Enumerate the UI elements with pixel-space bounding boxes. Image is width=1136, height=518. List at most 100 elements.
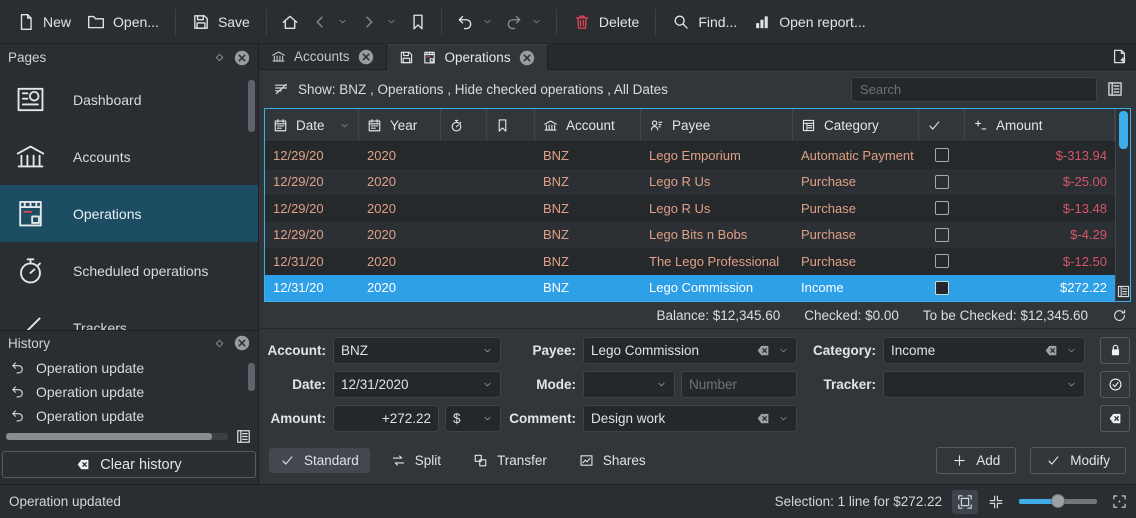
list-config-icon[interactable]: [1106, 80, 1124, 98]
mode-button-label: Split: [415, 453, 441, 468]
search-input[interactable]: [851, 77, 1097, 102]
table-row[interactable]: 12/31/202020BNZThe Lego ProfessionalPurc…: [265, 248, 1115, 275]
account-combobox[interactable]: BNZ: [333, 337, 501, 364]
pages-scrollbar[interactable]: [248, 80, 255, 132]
category-cell: Purchase: [793, 248, 919, 275]
new-tab-icon[interactable]: [1111, 48, 1128, 65]
mode-button-transfer[interactable]: Transfer: [462, 448, 558, 473]
tracker-combobox[interactable]: [883, 371, 1085, 398]
table-config-icon[interactable]: [1116, 284, 1131, 299]
category-combobox[interactable]: Income: [883, 337, 1085, 364]
find-button[interactable]: Find...: [665, 7, 744, 37]
history-item[interactable]: Operation update: [0, 380, 258, 404]
mode-button-shares[interactable]: Shares: [568, 448, 657, 473]
undo-button[interactable]: [451, 7, 498, 37]
delete-button[interactable]: Delete: [566, 7, 646, 37]
history-item[interactable]: Operation update: [0, 356, 258, 380]
tab-operations[interactable]: Operations: [387, 44, 548, 70]
amount-field[interactable]: [333, 405, 439, 432]
currency-combobox[interactable]: $: [445, 405, 501, 432]
sidebar-item-accounts[interactable]: Accounts: [0, 128, 258, 185]
column-header-category[interactable]: Category: [793, 109, 919, 141]
column-header-icon[interactable]: [919, 109, 965, 141]
fit-selection-button[interactable]: [952, 490, 978, 514]
number-field[interactable]: [681, 371, 797, 398]
chevron-down-icon[interactable]: [337, 16, 348, 27]
row-checkbox[interactable]: [935, 228, 949, 242]
mode-button-split[interactable]: Split: [380, 448, 452, 473]
close-tab-icon[interactable]: [358, 49, 374, 65]
zoom-in-icon[interactable]: [1112, 494, 1127, 509]
zoom-slider-knob[interactable]: [1051, 494, 1065, 508]
table-row[interactable]: 12/29/202020BNZLego EmporiumAutomatic Pa…: [265, 142, 1115, 169]
mode-combobox[interactable]: [583, 371, 675, 398]
sidebar-item-scheduled-operations[interactable]: Scheduled operations: [0, 242, 258, 299]
home-button[interactable]: [276, 7, 304, 37]
column-header-account[interactable]: Account: [535, 109, 641, 141]
new-button[interactable]: New: [10, 7, 78, 37]
number-input[interactable]: [689, 377, 789, 392]
table-row[interactable]: 12/31/202020BNZLego CommissionIncome$272…: [265, 275, 1115, 302]
reset-button[interactable]: [1100, 405, 1130, 432]
table-row[interactable]: 12/29/202020BNZLego Bits n BobsPurchase$…: [265, 222, 1115, 249]
chevron-down-icon[interactable]: [482, 16, 493, 27]
comment-combobox[interactable]: Design work: [583, 405, 797, 432]
table-row[interactable]: 12/29/202020BNZLego R UsPurchase$-25.00: [265, 169, 1115, 196]
open-button[interactable]: Open...: [80, 7, 166, 37]
chevron-down-icon[interactable]: [531, 16, 542, 27]
zoom-slider[interactable]: [1019, 499, 1097, 504]
close-panel-icon[interactable]: [234, 50, 250, 66]
payee-combobox[interactable]: Lego Commission: [583, 337, 797, 364]
add-button[interactable]: Add: [936, 447, 1016, 474]
category-icon: [801, 118, 816, 133]
chevron-down-icon[interactable]: [386, 16, 397, 27]
stopwatch-icon: [449, 118, 464, 133]
row-checkbox[interactable]: [935, 148, 949, 162]
validate-button[interactable]: [1100, 371, 1130, 398]
redo-button[interactable]: [500, 7, 547, 37]
column-header-date[interactable]: Date: [265, 109, 359, 141]
clear-backspace-icon[interactable]: [756, 343, 771, 358]
table-scrollbar[interactable]: [1115, 109, 1130, 301]
mode-button-standard[interactable]: Standard: [269, 448, 370, 473]
row-checkbox[interactable]: [935, 175, 949, 189]
history-hscrollbar[interactable]: [6, 433, 228, 440]
float-panel-icon[interactable]: [213, 51, 226, 64]
save-button[interactable]: Save: [185, 7, 257, 37]
close-panel-icon[interactable]: [234, 335, 250, 351]
freeze-button[interactable]: [1100, 337, 1130, 364]
column-header-payee[interactable]: Payee: [641, 109, 793, 141]
amount-input[interactable]: [341, 411, 431, 426]
history-item[interactable]: Operation update: [0, 404, 258, 424]
forward-button[interactable]: [355, 7, 402, 37]
close-tab-icon[interactable]: [519, 50, 535, 66]
column-header-year[interactable]: Year: [359, 109, 441, 141]
list-config-icon[interactable]: [235, 428, 252, 445]
clear-backspace-icon[interactable]: [756, 411, 771, 426]
clear-history-button[interactable]: Clear history: [2, 451, 256, 478]
date-combobox[interactable]: 12/31/2020: [333, 371, 501, 398]
back-button[interactable]: [306, 7, 353, 37]
sidebar-item-operations[interactable]: Operations: [0, 185, 258, 242]
row-checkbox[interactable]: [935, 201, 949, 215]
history-panel: History Operation updateOperation update…: [0, 331, 258, 484]
zoom-out-icon[interactable]: [988, 494, 1004, 510]
refresh-icon[interactable]: [1112, 308, 1127, 323]
row-checkbox[interactable]: [935, 254, 949, 268]
row-checkbox[interactable]: [935, 281, 949, 295]
year-cell: 2020: [359, 222, 441, 249]
bookmark-button[interactable]: [404, 7, 432, 37]
table-row[interactable]: 12/29/202020BNZLego R UsPurchase$-13.48: [265, 195, 1115, 222]
float-panel-icon[interactable]: [213, 337, 226, 350]
history-scrollbar[interactable]: [248, 363, 255, 391]
sidebar-item-trackers[interactable]: Trackers: [0, 299, 258, 331]
table-scrollbar-thumb[interactable]: [1119, 111, 1128, 149]
open-report-button[interactable]: Open report...: [746, 7, 872, 37]
tab-accounts[interactable]: Accounts: [259, 44, 387, 69]
modify-button[interactable]: Modify: [1030, 447, 1126, 474]
sidebar-item-dashboard[interactable]: Dashboard: [0, 71, 258, 128]
column-header-icon[interactable]: [487, 109, 535, 141]
clear-backspace-icon[interactable]: [1044, 343, 1059, 358]
column-header-amount[interactable]: Amount: [965, 109, 1115, 141]
column-header-icon[interactable]: [441, 109, 487, 141]
